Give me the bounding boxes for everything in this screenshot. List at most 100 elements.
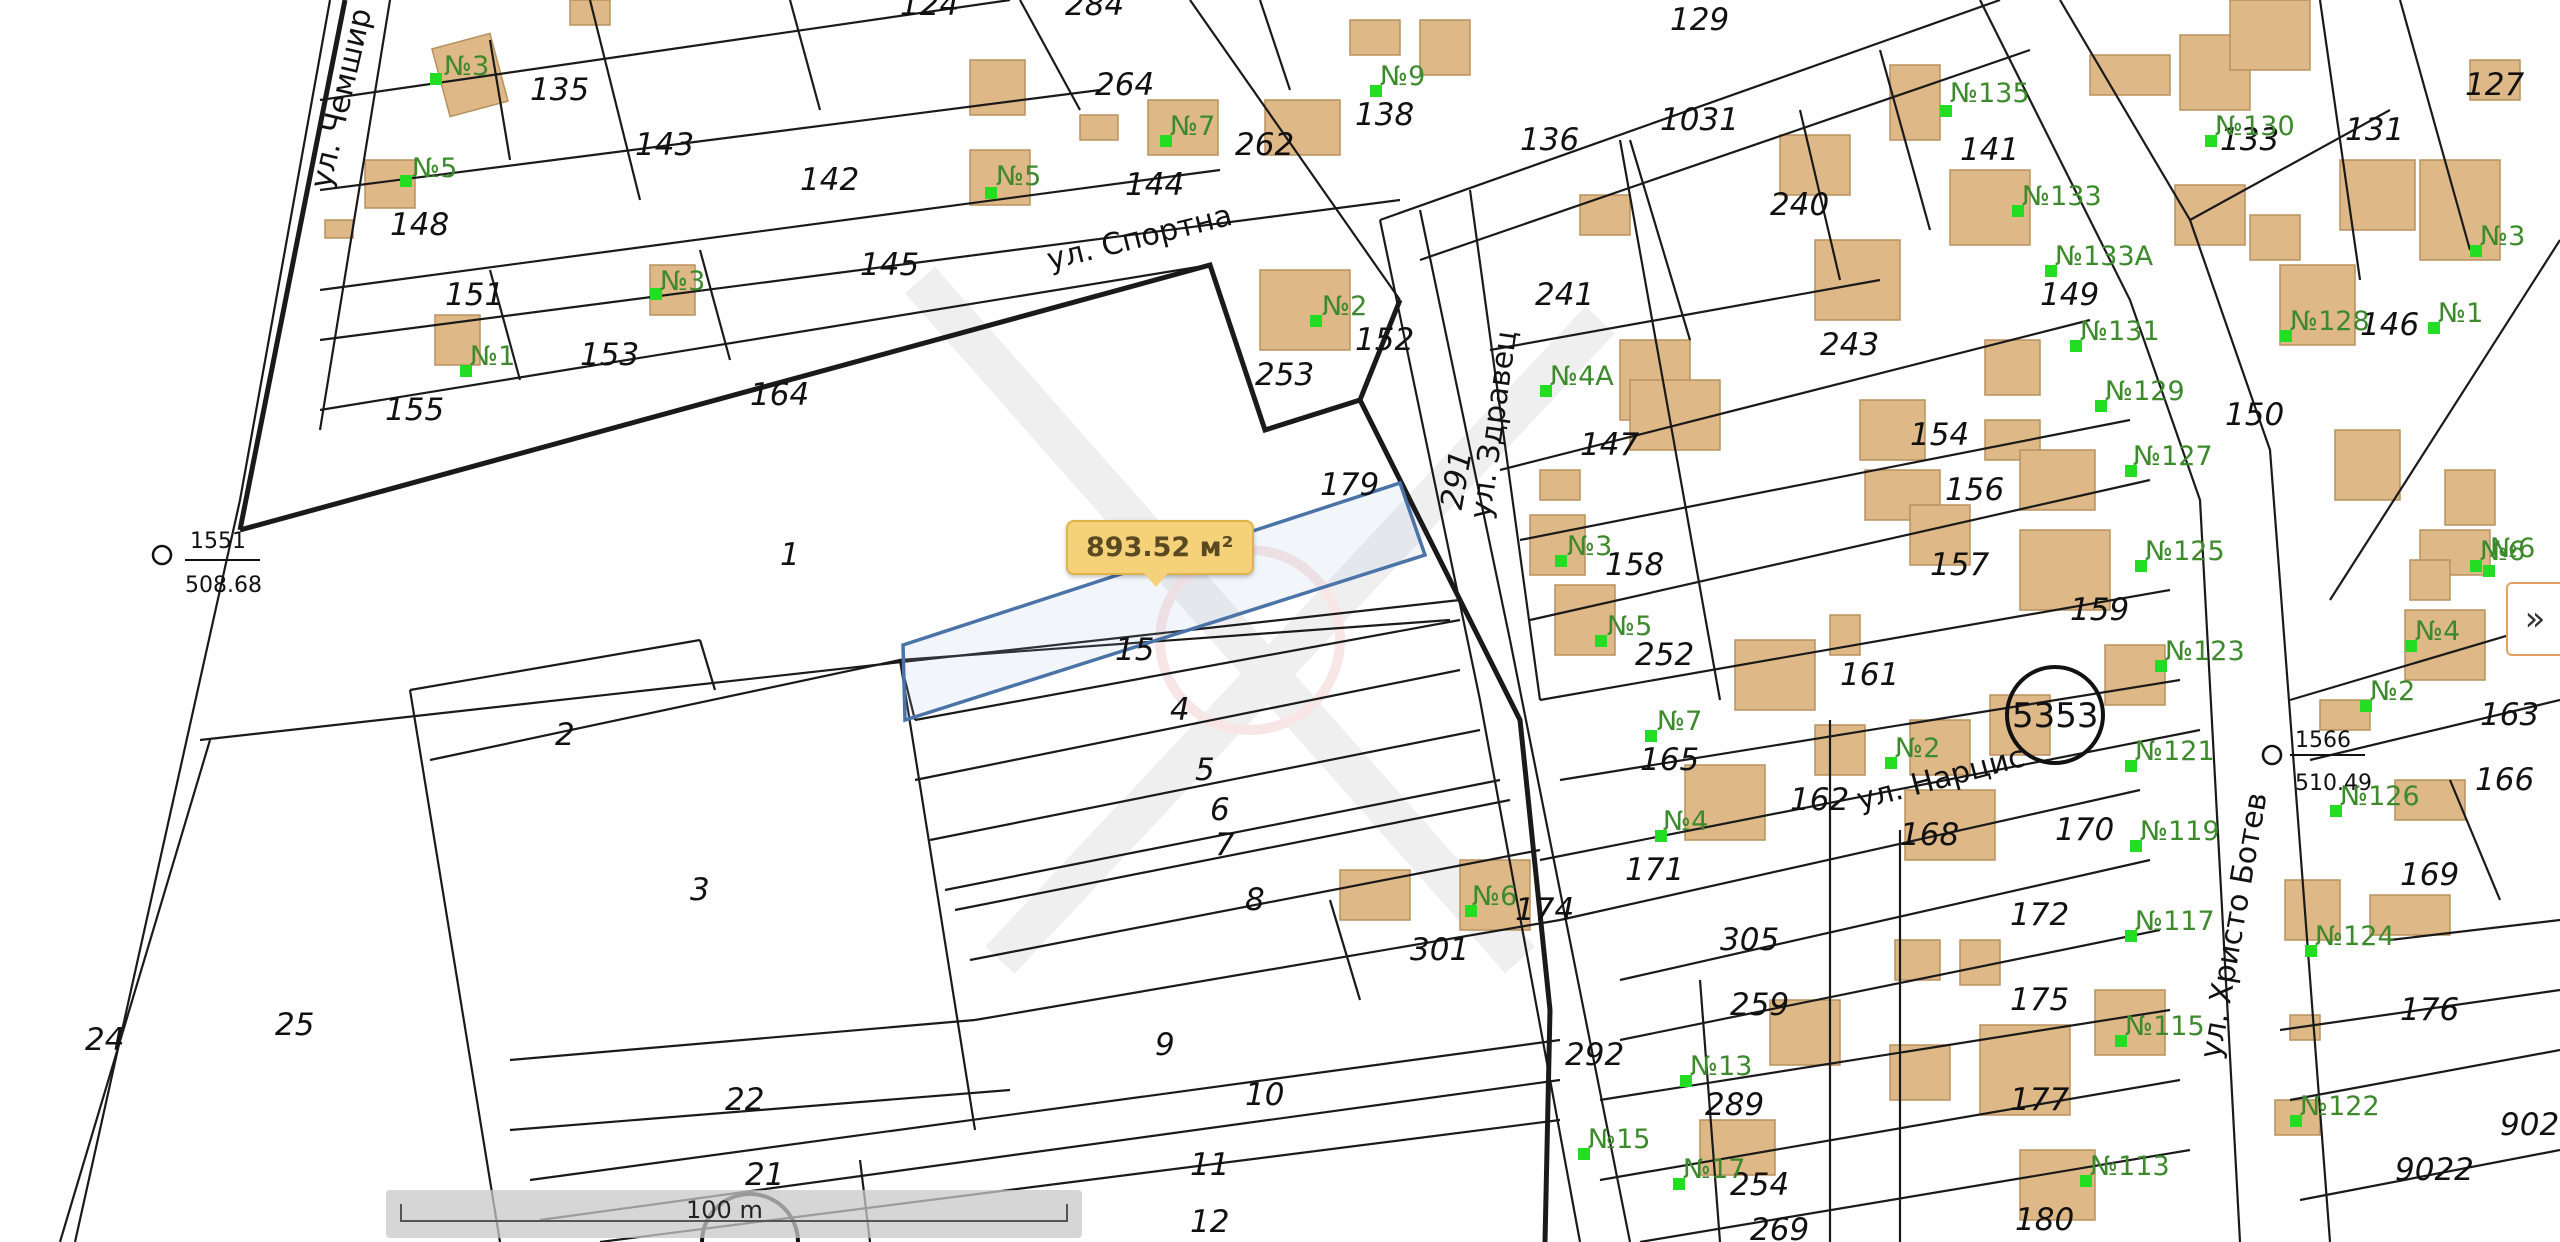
svg-text:№127: №127 — [2133, 441, 2213, 472]
svg-text:161: 161 — [1840, 657, 1899, 693]
svg-text:№3: №3 — [660, 266, 705, 297]
area-measurement-badge: 893.52 м² — [1066, 520, 1254, 587]
svg-text:№3: №3 — [2480, 221, 2525, 252]
svg-text:№5: №5 — [412, 153, 457, 184]
svg-text:253: 253 — [1255, 357, 1314, 393]
svg-text:№117: №117 — [2135, 906, 2215, 937]
svg-text:5: 5 — [1195, 752, 1215, 788]
svg-text:№2: №2 — [1322, 291, 1367, 322]
svg-text:292: 292 — [1565, 1037, 1624, 1073]
svg-text:164: 164 — [750, 377, 809, 413]
svg-text:171: 171 — [1625, 852, 1684, 888]
svg-text:№122: №122 — [2300, 1091, 2380, 1122]
svg-text:127: 127 — [2465, 67, 2524, 103]
svg-text:162: 162 — [1790, 782, 1849, 818]
svg-text:22: 22 — [725, 1082, 764, 1118]
svg-text:25: 25 — [275, 1007, 314, 1043]
svg-text:143: 143 — [635, 127, 694, 163]
svg-text:269: 269 — [1750, 1212, 1809, 1242]
svg-text:155: 155 — [385, 392, 444, 428]
expand-panel-button[interactable]: » — [2506, 582, 2560, 656]
svg-text:305: 305 — [1720, 922, 1779, 958]
svg-text:243: 243 — [1820, 327, 1879, 363]
svg-text:№2: №2 — [2370, 676, 2415, 707]
svg-text:8: 8 — [1245, 882, 1265, 918]
svg-text:№3: №3 — [1567, 531, 1612, 562]
svg-text:№123: №123 — [2165, 636, 2245, 667]
chevrons-right-icon: » — [2524, 599, 2546, 639]
svg-text:№113: №113 — [2090, 1151, 2170, 1182]
svg-text:№2: №2 — [1895, 733, 1940, 764]
svg-text:141: 141 — [1960, 132, 2019, 168]
svg-text:№131: №131 — [2080, 316, 2160, 347]
svg-text:147: 147 — [1580, 427, 1639, 463]
svg-text:176: 176 — [2400, 992, 2459, 1028]
svg-text:163: 163 — [2480, 697, 2539, 733]
block-label: 5353 — [2012, 696, 2099, 736]
svg-text:149: 149 — [2040, 277, 2099, 313]
svg-text:180: 180 — [2015, 1202, 2074, 1238]
svg-text:1031: 1031 — [1660, 102, 1739, 138]
svg-text:170: 170 — [2055, 812, 2114, 848]
svg-text:259: 259 — [1730, 987, 1789, 1023]
svg-text:1566: 1566 — [2295, 728, 2351, 753]
svg-text:174: 174 — [1515, 892, 1574, 928]
svg-text:124: 124 — [900, 0, 959, 23]
svg-text:154: 154 — [1910, 417, 1969, 453]
svg-text:1: 1 — [780, 537, 800, 573]
svg-text:№133А: №133А — [2055, 241, 2154, 272]
svg-text:№133: №133 — [2022, 181, 2102, 212]
svg-text:241: 241 — [1535, 277, 1594, 313]
svg-text:№4А: №4А — [1550, 361, 1614, 392]
svg-text:142: 142 — [800, 162, 859, 198]
svg-text:153: 153 — [580, 337, 639, 373]
svg-text:179: 179 — [1320, 467, 1379, 503]
svg-text:158: 158 — [1605, 547, 1664, 583]
area-value: 893.52 м² — [1086, 532, 1234, 563]
svg-text:№1: №1 — [2438, 298, 2483, 329]
svg-text:№3: №3 — [444, 51, 489, 82]
svg-text:902: 902 — [2500, 1107, 2559, 1143]
svg-text:165: 165 — [1640, 742, 1699, 778]
svg-text:12: 12 — [1190, 1204, 1229, 1240]
svg-text:№129: №129 — [2105, 376, 2185, 407]
svg-text:№115: №115 — [2125, 1011, 2205, 1042]
svg-text:168: 168 — [1900, 817, 1959, 853]
svg-text:11: 11 — [1190, 1147, 1229, 1183]
svg-text:№125: №125 — [2145, 536, 2225, 567]
svg-text:166: 166 — [2475, 762, 2534, 798]
svg-text:289: 289 — [1705, 1087, 1764, 1123]
svg-text:148: 148 — [390, 207, 449, 243]
svg-text:129: 129 — [1670, 2, 1729, 38]
svg-text:240: 240 — [1770, 187, 1829, 223]
svg-text:2: 2 — [555, 717, 575, 753]
svg-text:№7: №7 — [1657, 706, 1702, 737]
svg-text:150: 150 — [2225, 397, 2284, 433]
svg-text:4: 4 — [1170, 692, 1190, 728]
svg-text:264: 264 — [1095, 67, 1154, 103]
svg-text:159: 159 — [2070, 592, 2129, 628]
svg-text:№119: №119 — [2140, 816, 2220, 847]
scale-label: 100 m — [686, 1196, 763, 1224]
svg-text:№4: №4 — [1663, 806, 1708, 837]
svg-text:№124: №124 — [2315, 921, 2395, 952]
svg-text:9022: 9022 — [2395, 1152, 2474, 1188]
svg-text:№5: №5 — [1607, 611, 1652, 642]
svg-text:№135: №135 — [1950, 78, 2030, 109]
svg-text:1551: 1551 — [190, 529, 246, 554]
svg-text:№5: №5 — [996, 161, 1041, 192]
svg-text:510.49: 510.49 — [2295, 771, 2372, 796]
svg-text:136: 136 — [1520, 122, 1579, 158]
svg-text:№17: №17 — [1683, 1154, 1745, 1185]
svg-text:№13: №13 — [1690, 1051, 1752, 1082]
svg-text:№128: №128 — [2290, 306, 2370, 337]
svg-text:138: 138 — [1355, 97, 1414, 133]
svg-text:№4: №4 — [2415, 616, 2460, 647]
svg-text:6: 6 — [1210, 792, 1230, 828]
block-boundary — [237, 0, 1553, 1242]
svg-text:131: 131 — [2345, 112, 2404, 148]
svg-text:169: 169 — [2400, 857, 2459, 893]
svg-text:175: 175 — [2010, 982, 2069, 1018]
svg-text:177: 177 — [2010, 1082, 2069, 1118]
cadastral-map[interactable]: ул. Чемшир ул. Спортна ул. Здравец ул. Х… — [0, 0, 2560, 1242]
